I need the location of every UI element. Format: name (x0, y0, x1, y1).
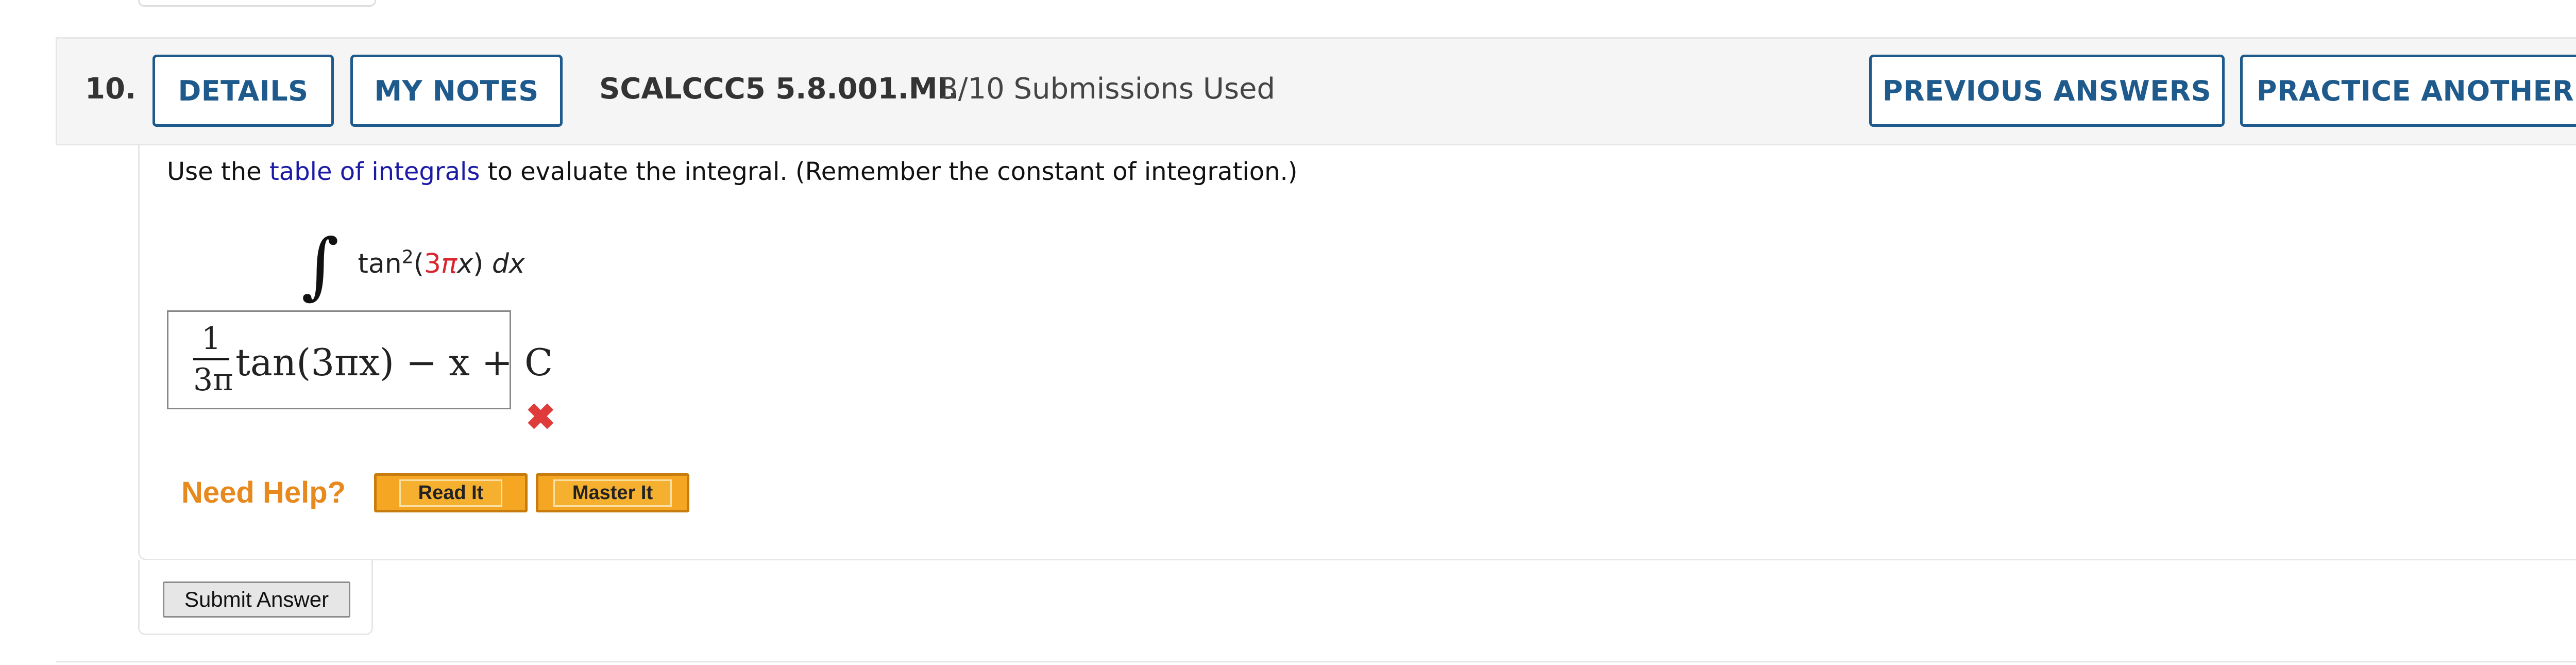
table-of-integrals-link[interactable]: table of integrals (269, 157, 480, 186)
integral-expression: ∫ tan2(3πx) dx (301, 206, 525, 308)
integrand-coef: 3 (423, 248, 441, 279)
incorrect-x-icon: ✖ (526, 397, 556, 437)
integrand-power: 2 (401, 246, 414, 268)
submissions-used: 3/10 Submissions Used (940, 72, 1276, 106)
fraction-bar (193, 358, 229, 360)
instruction-prefix: Use the (167, 157, 262, 186)
fraction-denominator: 3π (193, 362, 233, 398)
integrand-pi: π (441, 248, 457, 279)
question-number: 10. (85, 72, 137, 106)
need-help-label: Need Help? (181, 476, 346, 509)
answer-fraction: 1 3π (193, 321, 233, 398)
read-it-label: Read It (399, 479, 503, 507)
fraction-numerator: 1 (201, 321, 222, 357)
integral-sign: ∫ (301, 224, 339, 308)
previous-question-tab (138, 0, 376, 7)
submit-answer-button[interactable]: Submit Answer (163, 581, 350, 618)
master-it-button[interactable]: Master It (536, 473, 689, 512)
question-code: SCALCCC5 5.8.001.MI. (599, 72, 959, 106)
answer-input[interactable]: 1 3π tan(3πx) − x + C (167, 310, 553, 409)
integrand-open-paren: ( (413, 248, 424, 279)
instruction-text: Use the table of integrals to evaluate t… (167, 157, 1297, 186)
instruction-suffix: to evaluate the integral. (Remember the … (487, 157, 1298, 186)
practice-another-button[interactable]: PRACTICE ANOTHER (2240, 55, 2576, 127)
integrand-func: tan (358, 248, 402, 279)
integrand-dx: dx (492, 248, 525, 279)
details-button[interactable]: DETAILS (152, 55, 334, 127)
previous-answers-button[interactable]: PREVIOUS ANSWERS (1869, 55, 2225, 127)
answer-expression: tan(3πx) − x + C (235, 341, 553, 384)
integrand-close-paren: ) (473, 248, 484, 279)
my-notes-button[interactable]: MY NOTES (350, 55, 563, 127)
integrand-var: x (457, 248, 473, 279)
read-it-button[interactable]: Read It (374, 473, 528, 512)
master-it-label: Master It (553, 479, 672, 507)
bottom-divider (56, 661, 2576, 662)
